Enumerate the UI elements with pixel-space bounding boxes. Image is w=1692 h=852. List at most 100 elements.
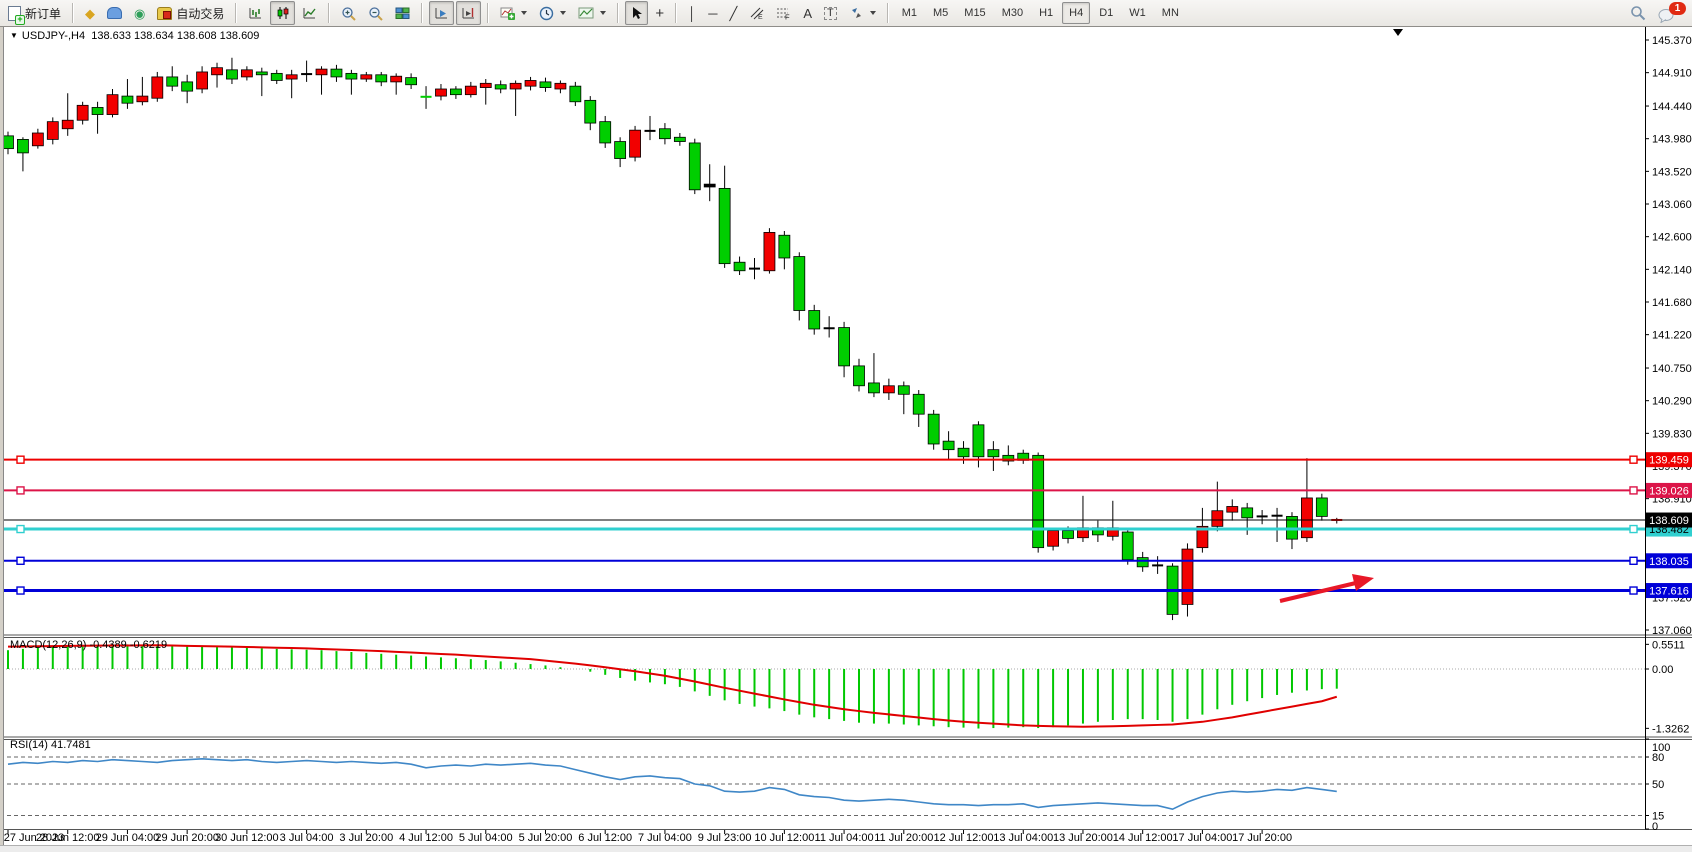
svg-text:144.440: 144.440 bbox=[1652, 101, 1692, 113]
svg-text:138.035: 138.035 bbox=[1649, 556, 1689, 568]
candlestick-chart-icon bbox=[275, 6, 290, 20]
vertical-line-tool-button[interactable]: │ bbox=[683, 1, 701, 25]
symbol-dropdown-icon[interactable]: ▼ bbox=[10, 31, 18, 40]
toolbar-separator bbox=[421, 3, 423, 23]
label-tool-button[interactable]: T bbox=[819, 1, 842, 25]
timeframe-clock-button[interactable] bbox=[534, 1, 571, 25]
svg-text:141.680: 141.680 bbox=[1652, 297, 1692, 309]
text-tool-button[interactable]: A bbox=[798, 1, 817, 25]
tf-button-h4[interactable]: H4 bbox=[1062, 2, 1090, 24]
fibonacci-tool-button[interactable]: F bbox=[771, 1, 796, 25]
search-button[interactable] bbox=[1625, 1, 1651, 25]
shapes-dropdown-caret bbox=[870, 11, 876, 15]
zoom-out-button[interactable] bbox=[363, 1, 388, 25]
shapes-tool-button[interactable] bbox=[844, 1, 881, 25]
svg-text:E: E bbox=[758, 14, 763, 20]
tf-button-m5[interactable]: M5 bbox=[926, 2, 955, 24]
community-button[interactable] bbox=[102, 1, 127, 25]
svg-text:14 Jul 12:00: 14 Jul 12:00 bbox=[1113, 832, 1173, 844]
svg-text:13 Jul 20:00: 13 Jul 20:00 bbox=[1053, 832, 1113, 844]
templates-button[interactable] bbox=[573, 1, 611, 25]
svg-text:137.060: 137.060 bbox=[1652, 625, 1692, 637]
bar-chart-button[interactable] bbox=[243, 1, 268, 25]
svg-text:143.520: 143.520 bbox=[1652, 166, 1692, 178]
toolbar-separator bbox=[72, 3, 74, 23]
tf-button-m15[interactable]: M15 bbox=[957, 2, 992, 24]
horizontal-line-icon: ─ bbox=[708, 7, 717, 20]
svg-text:137.616: 137.616 bbox=[1649, 586, 1689, 598]
trendline-tool-button[interactable]: ╱ bbox=[724, 1, 742, 25]
chart-canvas[interactable]: 145.370144.910144.440143.980143.520143.0… bbox=[0, 26, 1692, 852]
svg-text:145.370: 145.370 bbox=[1652, 35, 1692, 47]
tf-button-m30[interactable]: M30 bbox=[995, 2, 1030, 24]
svg-text:0.5511: 0.5511 bbox=[1652, 639, 1685, 651]
chart-shift-icon bbox=[461, 6, 476, 20]
equidistant-channel-icon: E bbox=[749, 6, 764, 20]
svg-text:11 Jul 04:00: 11 Jul 04:00 bbox=[815, 832, 874, 844]
new-order-button[interactable]: 新订单 bbox=[3, 1, 66, 25]
notifications-button[interactable]: 1 bbox=[1653, 0, 1689, 26]
zoom-in-button[interactable] bbox=[336, 1, 361, 25]
symbol-ohlc-text: USDJPY-,H4 138.633 138.634 138.608 138.6… bbox=[22, 30, 260, 42]
svg-text:6 Jul 12:00: 6 Jul 12:00 bbox=[578, 832, 632, 844]
autotrading-icon bbox=[157, 7, 172, 20]
toolbar-separator bbox=[675, 3, 677, 23]
zoom-in-icon bbox=[341, 6, 356, 21]
svg-text:50: 50 bbox=[1652, 779, 1664, 791]
crosshair-tool-button[interactable]: + bbox=[650, 1, 669, 25]
channel-tool-button[interactable]: E bbox=[744, 1, 769, 25]
tile-windows-button[interactable] bbox=[390, 1, 415, 25]
svg-text:10 Jul 12:00: 10 Jul 12:00 bbox=[754, 832, 814, 844]
horizontal-line-tool-button[interactable]: ─ bbox=[703, 1, 722, 25]
tf-button-w1[interactable]: W1 bbox=[1122, 2, 1153, 24]
line-chart-button[interactable] bbox=[297, 1, 322, 25]
candlestick-chart-button[interactable] bbox=[270, 1, 295, 25]
bar-chart-icon bbox=[248, 6, 263, 20]
shapes-arrows-icon bbox=[849, 6, 864, 20]
svg-text:139.459: 139.459 bbox=[1649, 455, 1689, 467]
tf-button-d1[interactable]: D1 bbox=[1092, 2, 1120, 24]
trendline-icon: ╱ bbox=[729, 7, 737, 20]
cursor-tool-button[interactable] bbox=[625, 1, 648, 25]
svg-text:140.290: 140.290 bbox=[1652, 396, 1692, 408]
templates-dropdown-caret bbox=[600, 11, 606, 15]
svg-text:80: 80 bbox=[1652, 752, 1664, 764]
signals-button[interactable]: ◉ bbox=[129, 1, 150, 25]
market-watch-button[interactable]: ◆ bbox=[80, 1, 100, 25]
chart-shift-button[interactable] bbox=[456, 1, 481, 25]
svg-text:28 Jun 12:00: 28 Jun 12:00 bbox=[36, 832, 100, 844]
svg-text:0.00: 0.00 bbox=[1652, 664, 1673, 676]
toolbar-separator bbox=[487, 3, 489, 23]
svg-text:5 Jul 04:00: 5 Jul 04:00 bbox=[459, 832, 513, 844]
chart-window: 145.370144.910144.440143.980143.520143.0… bbox=[0, 26, 1692, 852]
tf-button-mn[interactable]: MN bbox=[1155, 2, 1186, 24]
community-cloud-icon bbox=[107, 7, 122, 19]
chart-symbol-header[interactable]: ▼ USDJPY-,H4 138.633 138.634 138.608 138.… bbox=[10, 30, 259, 42]
fibonacci-icon: F bbox=[776, 6, 791, 20]
indicators-button[interactable] bbox=[495, 1, 532, 25]
cursor-arrow-icon bbox=[630, 6, 643, 20]
indicators-dropdown-caret bbox=[521, 11, 527, 15]
clock-icon bbox=[539, 6, 554, 21]
svg-text:29 Jun 04:00: 29 Jun 04:00 bbox=[96, 832, 160, 844]
svg-text:141.220: 141.220 bbox=[1652, 330, 1692, 342]
search-icon bbox=[1630, 5, 1646, 21]
rsi-indicator-label: RSI(14) 41.7481 bbox=[10, 739, 91, 751]
svg-text:11 Jul 20:00: 11 Jul 20:00 bbox=[874, 832, 933, 844]
line-chart-icon bbox=[302, 6, 317, 20]
svg-text:4 Jul 12:00: 4 Jul 12:00 bbox=[399, 832, 453, 844]
macd-indicator-label: MACD(12,26,9) -0.4389 -0.6219 bbox=[10, 639, 167, 651]
auto-scroll-button[interactable] bbox=[429, 1, 454, 25]
signal-broadcast-icon: ◉ bbox=[134, 7, 145, 20]
tf-button-h1[interactable]: H1 bbox=[1032, 2, 1060, 24]
indicators-icon bbox=[500, 6, 515, 20]
svg-text:140.750: 140.750 bbox=[1652, 363, 1692, 375]
svg-text:143.980: 143.980 bbox=[1652, 134, 1692, 146]
svg-text:17 Jul 04:00: 17 Jul 04:00 bbox=[1172, 832, 1232, 844]
svg-text:138.609: 138.609 bbox=[1649, 515, 1689, 527]
autotrading-button[interactable]: 自动交易 bbox=[152, 1, 229, 25]
svg-text:30 Jun 12:00: 30 Jun 12:00 bbox=[215, 832, 279, 844]
svg-text:144.910: 144.910 bbox=[1652, 68, 1692, 80]
auto-scroll-icon bbox=[434, 6, 449, 20]
tf-button-m1[interactable]: M1 bbox=[895, 2, 924, 24]
